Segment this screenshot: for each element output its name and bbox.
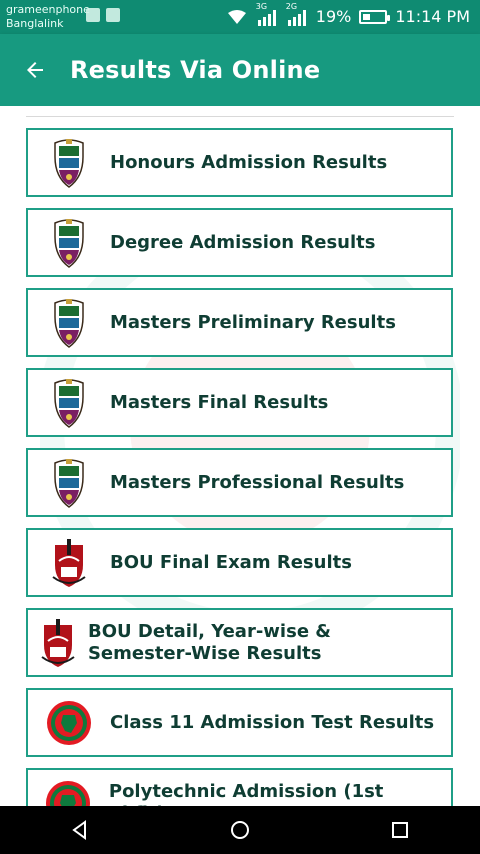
result-item-polytechnic[interactable]: Polytechnic Admission (1st Shfit)	[26, 768, 453, 806]
carrier-2: Banglalink	[6, 17, 64, 30]
nav-back-button[interactable]	[50, 806, 110, 854]
national-university-logo	[28, 370, 110, 435]
bangladesh-govt-logo	[28, 690, 110, 755]
national-university-logo	[28, 210, 110, 275]
result-label: Honours Admission Results	[110, 151, 388, 173]
carrier-names: grameenphone Banglalink	[6, 3, 90, 31]
result-item-masters-final[interactable]: Masters Final Results	[26, 368, 453, 437]
notification-icons	[86, 8, 120, 22]
results-list[interactable]: Honours Admission Results Degree Admissi…	[0, 106, 480, 806]
circle-home-icon	[231, 821, 249, 839]
network-type-2: 2G	[285, 1, 298, 11]
result-item-masters-professional[interactable]: Masters Professional Results	[26, 448, 453, 517]
clock: 11:14 PM	[395, 7, 470, 26]
national-university-logo	[28, 290, 110, 355]
triangle-back-icon	[72, 820, 86, 840]
image-icon	[106, 8, 120, 22]
nav-recents-button[interactable]	[370, 806, 430, 854]
battery-percent: 19%	[315, 7, 352, 26]
network-type-1: 3G	[255, 1, 268, 11]
result-item-bou-final[interactable]: BOU Final Exam Results	[26, 528, 453, 597]
result-label: Masters Preliminary Results	[110, 311, 396, 333]
battery-icon	[359, 9, 391, 24]
bou-logo	[28, 610, 88, 675]
result-label: Degree Admission Results	[110, 231, 376, 253]
wifi-icon	[226, 9, 248, 25]
result-label: Class 11 Admission Test Results	[110, 711, 435, 733]
result-item-degree[interactable]: Degree Admission Results	[26, 208, 453, 277]
signal-icon-1: 3G	[256, 2, 278, 26]
result-item-class11[interactable]: Class 11 Admission Test Results	[26, 688, 453, 757]
page-title: Results Via Online	[70, 56, 321, 84]
notification-icon	[86, 8, 100, 22]
arrow-left-icon	[27, 62, 43, 78]
app-bar: Results Via Online	[0, 34, 480, 106]
result-label: Polytechnic Admission (1st Shfit)	[108, 780, 384, 807]
top-divider	[26, 116, 454, 117]
national-university-logo	[28, 450, 110, 515]
result-label: BOU Final Exam Results	[110, 551, 352, 573]
result-item-masters-preliminary[interactable]: Masters Preliminary Results	[26, 288, 453, 357]
result-label: Masters Professional Results	[110, 471, 405, 493]
system-nav-bar	[0, 806, 480, 854]
square-recents-icon	[392, 822, 408, 838]
status-right: 3G 2G 19% 11:14 PM	[226, 2, 470, 26]
national-university-logo	[28, 130, 110, 195]
result-label: BOU Detail, Year-wise & Semester-Wise Re…	[87, 620, 331, 664]
status-bar: grameenphone Banglalink 3G 2G 19% 11:14 …	[0, 0, 480, 34]
signal-icon-2: 2G	[286, 2, 308, 26]
result-item-bou-detail[interactable]: BOU Detail, Year-wise & Semester-Wise Re…	[26, 608, 453, 677]
nav-home-button[interactable]	[210, 806, 270, 854]
result-item-honours[interactable]: Honours Admission Results	[26, 128, 453, 197]
bangladesh-govt-logo	[28, 770, 109, 806]
result-label: Masters Final Results	[110, 391, 329, 413]
bou-logo	[28, 530, 110, 595]
carrier-1: grameenphone	[6, 3, 90, 16]
back-button[interactable]	[0, 34, 70, 106]
